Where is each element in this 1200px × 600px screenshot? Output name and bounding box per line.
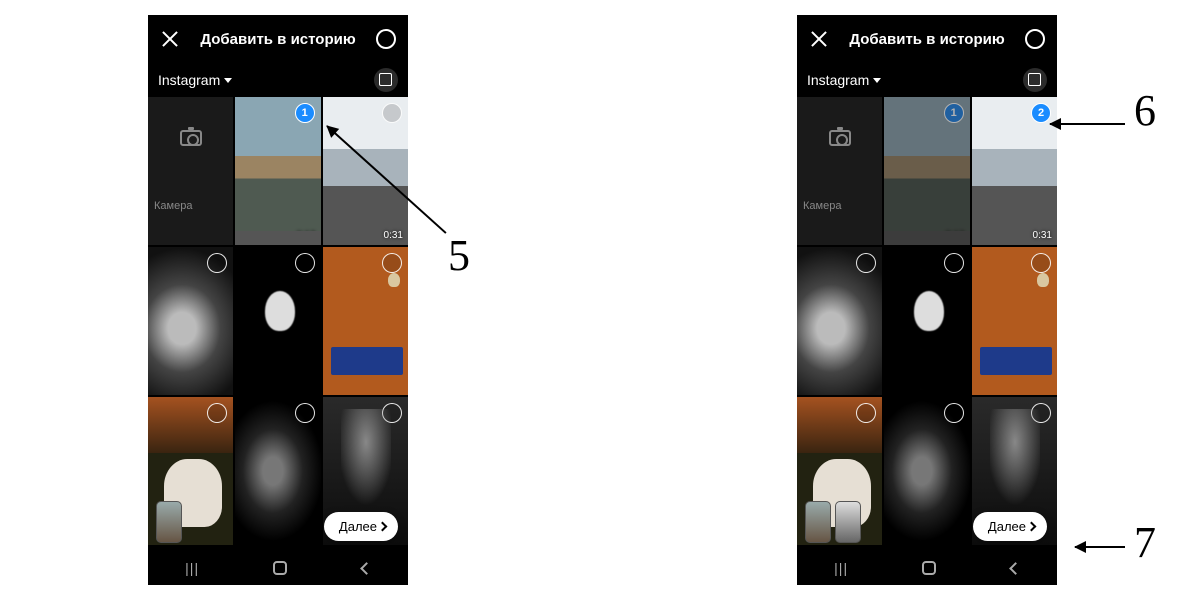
thumbnail[interactable] (156, 501, 182, 543)
selection-ring (382, 403, 402, 423)
chevron-right-icon (378, 522, 388, 532)
header: Добавить в историю (148, 15, 408, 63)
media-tile[interactable] (235, 397, 320, 545)
duration-label: 0:31 (384, 230, 403, 241)
next-label: Далее (339, 519, 377, 534)
nav-recent-icon[interactable]: ||| (185, 560, 199, 576)
selection-badge: 1 (295, 103, 315, 123)
media-tile[interactable] (884, 397, 969, 545)
callout-arrow (1075, 546, 1125, 548)
nav-back-icon[interactable] (1009, 562, 1022, 575)
camera-icon (829, 130, 851, 146)
source-dropdown[interactable]: Instagram (807, 72, 881, 88)
settings-icon[interactable] (1025, 29, 1045, 49)
selection-ring (856, 253, 876, 273)
selection-badge: 1 (944, 103, 964, 123)
selection-ring (1031, 253, 1051, 273)
media-tile[interactable]: 2 0:31 (972, 97, 1057, 245)
page-title: Добавить в историю (200, 31, 355, 48)
next-label: Далее (988, 519, 1026, 534)
selection-ring (382, 103, 402, 123)
selection-ring (1031, 403, 1051, 423)
media-tile[interactable] (884, 247, 969, 395)
nav-home-icon[interactable] (273, 561, 287, 575)
media-tile[interactable] (148, 247, 233, 395)
thumbnail[interactable] (805, 501, 831, 543)
selection-badge: 2 (1031, 103, 1051, 123)
callout-number: 5 (448, 230, 470, 281)
selected-thumbnails (156, 501, 182, 543)
callout-number: 6 (1134, 85, 1156, 136)
camera-tile[interactable]: Камера (148, 97, 233, 245)
media-tile[interactable] (797, 247, 882, 395)
selection-ring (944, 253, 964, 273)
selection-ring (295, 403, 315, 423)
selection-ring (207, 253, 227, 273)
nav-home-icon[interactable] (922, 561, 936, 575)
chevron-down-icon (224, 78, 232, 83)
source-label: Instagram (158, 72, 220, 88)
nav-recent-icon[interactable]: ||| (834, 560, 848, 576)
selection-ring (944, 403, 964, 423)
next-button[interactable]: Далее (324, 512, 398, 541)
callout-arrow (1050, 123, 1125, 125)
phone-screen-a: Добавить в историю Instagram Камера 1 0:… (148, 15, 408, 585)
selected-thumbnails (805, 501, 861, 543)
android-navbar: ||| (148, 551, 408, 585)
selection-ring (207, 403, 227, 423)
header: Добавить в историю (797, 15, 1057, 63)
media-tile[interactable]: 0:31 (323, 97, 408, 245)
selection-ring (295, 253, 315, 273)
media-tile[interactable] (972, 247, 1057, 395)
duration-label: 0:13 (296, 230, 315, 241)
media-tile[interactable]: 1 0:13 (235, 97, 320, 245)
chevron-right-icon (1027, 522, 1037, 532)
close-icon[interactable] (160, 29, 180, 49)
duration-label: 0:13 (945, 230, 964, 241)
android-navbar: ||| (797, 551, 1057, 585)
thumbnail[interactable] (835, 501, 861, 543)
selection-ring (382, 253, 402, 273)
selection-ring (856, 403, 876, 423)
callout-number: 7 (1134, 517, 1156, 568)
source-bar: Instagram (148, 63, 408, 97)
multi-select-icon[interactable] (1023, 68, 1047, 92)
nav-back-icon[interactable] (360, 562, 373, 575)
duration-label: 0:31 (1033, 230, 1052, 241)
next-button[interactable]: Далее (973, 512, 1047, 541)
source-label: Instagram (807, 72, 869, 88)
camera-tile[interactable]: Камера (797, 97, 882, 245)
source-dropdown[interactable]: Instagram (158, 72, 232, 88)
media-tile[interactable] (235, 247, 320, 395)
media-tile[interactable] (323, 247, 408, 395)
camera-label: Камера (797, 200, 841, 212)
media-tile[interactable]: 1 0:13 (884, 97, 969, 245)
chevron-down-icon (873, 78, 881, 83)
source-bar: Instagram (797, 63, 1057, 97)
camera-icon (180, 130, 202, 146)
multi-select-icon[interactable] (374, 68, 398, 92)
camera-label: Камера (148, 200, 192, 212)
close-icon[interactable] (809, 29, 829, 49)
media-grid: Камера 1 0:13 2 0:31 (797, 97, 1057, 545)
phone-screen-b: Добавить в историю Instagram Камера 1 0:… (797, 15, 1057, 585)
settings-icon[interactable] (376, 29, 396, 49)
page-title: Добавить в историю (849, 31, 1004, 48)
